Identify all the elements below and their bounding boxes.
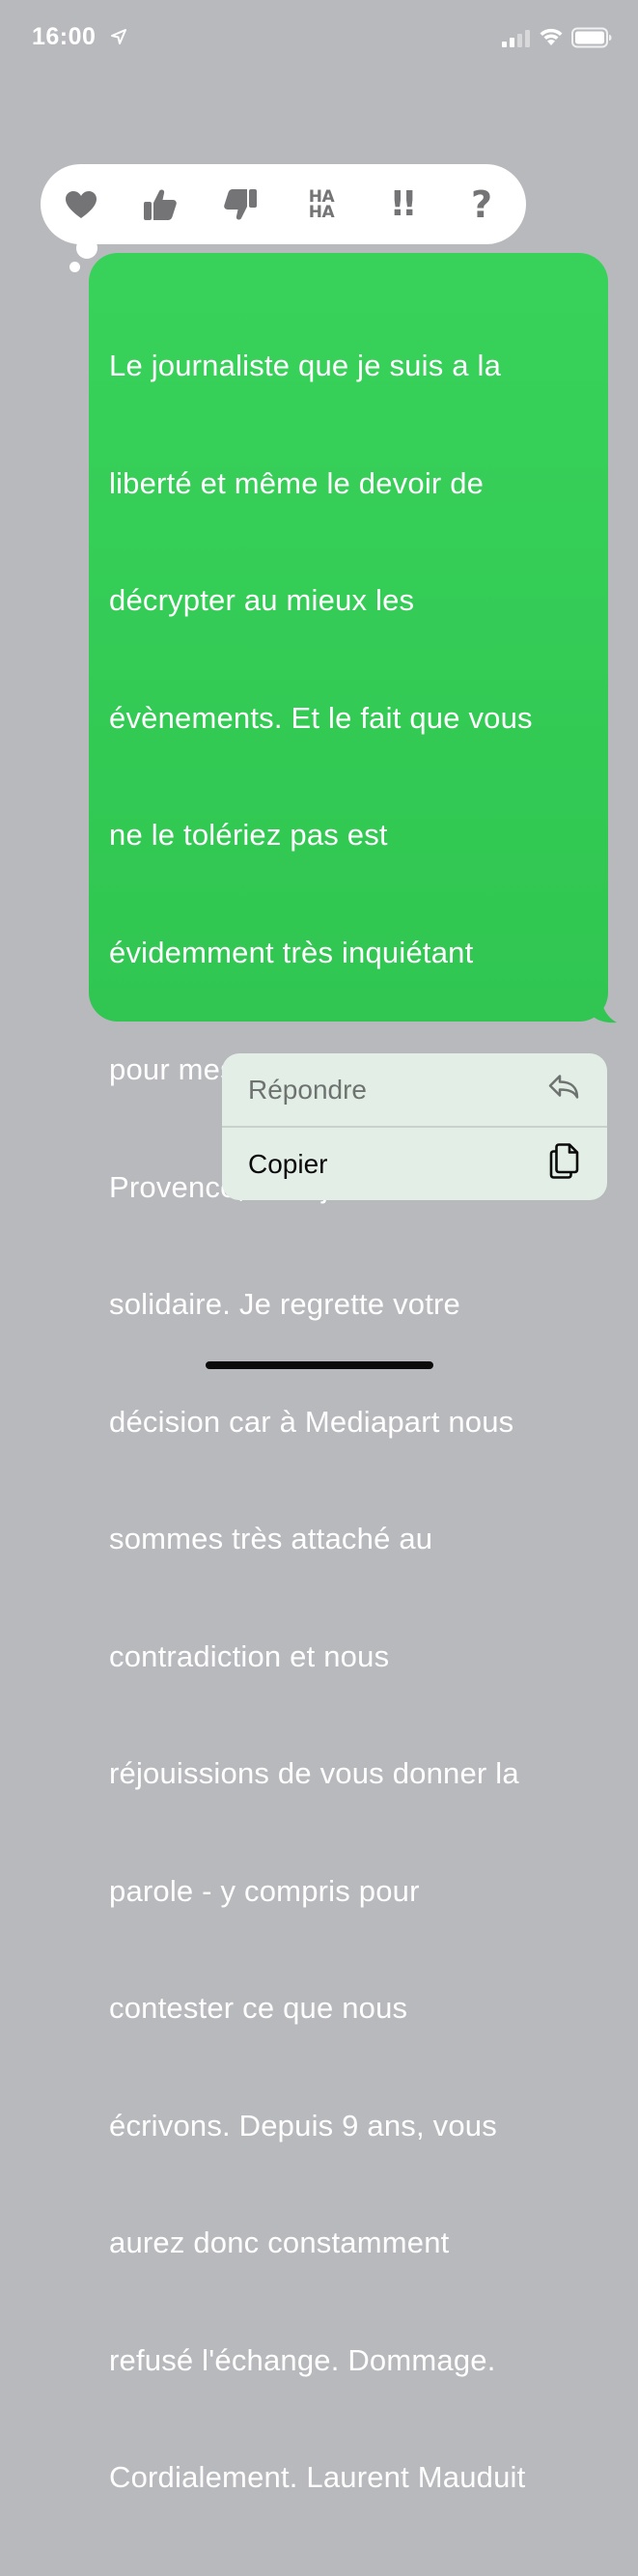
message-line: évènements. Et le fait que vous	[109, 700, 533, 735]
wifi-icon	[538, 26, 565, 47]
message-line: Cordialement. Laurent Mauduit	[109, 2460, 526, 2494]
question-glyph: ?	[470, 182, 493, 226]
bubble-tail	[591, 994, 617, 1023]
message-line: solidaire. Je regrette votre	[109, 1287, 460, 1321]
reply-arrow-icon	[547, 1072, 580, 1107]
message-line: contester ce que nous	[109, 1991, 408, 2025]
thumbs-down-icon[interactable]	[211, 164, 269, 244]
sent-message-bubble[interactable]: Le journaliste que je suis a la liberté …	[89, 253, 608, 2494]
status-time: 16:00	[32, 23, 97, 50]
copy-documents-icon	[549, 1142, 580, 1186]
heart-icon[interactable]	[52, 164, 110, 244]
tapback-tail-large	[76, 238, 97, 259]
battery-icon	[571, 27, 612, 48]
reply-menu-item[interactable]: Répondre	[222, 1053, 607, 1126]
tapback-tail-small	[69, 262, 80, 272]
exclamation-glyph: !!	[389, 184, 418, 224]
question-icon[interactable]: ?	[453, 164, 511, 244]
copy-label: Copier	[248, 1148, 328, 1179]
message-line: ne le tolériez pas est	[109, 818, 388, 852]
haha-line-2: HA	[308, 202, 335, 222]
message-line: écrivons. Depuis 9 ans, vous	[109, 2108, 497, 2142]
message-line: contradiction et nous	[109, 1638, 390, 1673]
message-line: refusé l'échange. Dommage.	[109, 2342, 496, 2377]
location-arrow-icon	[110, 28, 127, 45]
message-line: Le journaliste que je suis a la	[109, 349, 502, 382]
message-line: réjouissions de vous donner la	[109, 1756, 519, 1790]
message-context-menu: Répondre Copier	[222, 1053, 607, 1200]
home-indicator[interactable]	[206, 1361, 433, 1369]
message-line: aurez donc constamment	[109, 2226, 450, 2259]
message-line: liberté et même le devoir de	[109, 465, 485, 500]
reply-label: Répondre	[248, 1074, 367, 1105]
message-line: sommes très attaché au	[109, 1522, 433, 1555]
tapback-reaction-bar: HA HA !! ?	[41, 164, 526, 244]
message-line: décrypter au mieux les	[109, 583, 415, 617]
cellular-signal-icon	[502, 30, 531, 47]
message-line: évidemment très inquiétant	[109, 935, 474, 969]
message-line: parole - y compris pour	[109, 1873, 420, 1908]
copy-menu-item[interactable]: Copier	[222, 1128, 607, 1200]
exclamation-icon[interactable]: !!	[373, 164, 430, 244]
haha-icon[interactable]: HA HA	[292, 164, 350, 244]
status-bar: 16:00	[0, 0, 638, 77]
message-text: Le journaliste que je suis a la liberté …	[109, 268, 591, 2576]
message-line: décision car à Mediapart nous	[109, 1404, 514, 1439]
thumbs-up-icon[interactable]	[131, 164, 189, 244]
